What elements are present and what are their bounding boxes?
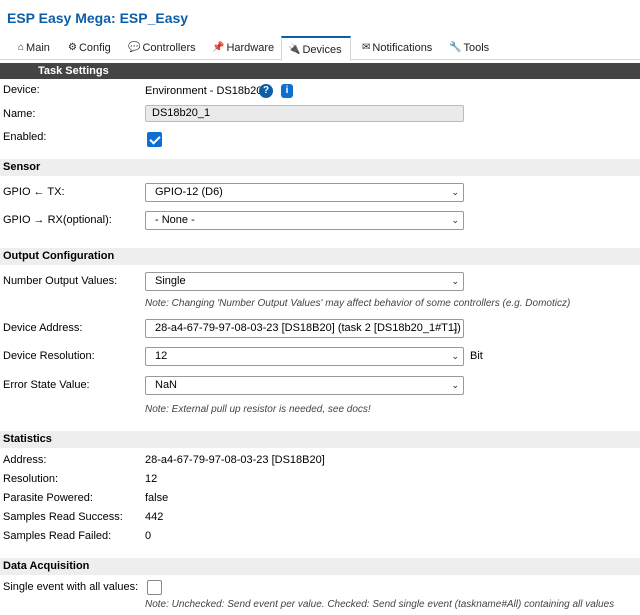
gpio-rx-value: - None - <box>155 214 195 226</box>
name-input[interactable]: DS18b20_1 <box>145 105 464 122</box>
pullup-note: Note: External pull up resistor is neede… <box>145 404 371 415</box>
chevron-down-icon: ⌄ <box>451 323 459 333</box>
tab-label: Notifications <box>372 42 433 54</box>
tab-hardware[interactable]: 📌 Hardware <box>206 36 280 60</box>
tab-label: Hardware <box>226 42 275 54</box>
error-state-label: Error State Value: <box>3 379 90 391</box>
plug-icon: 🔌 <box>288 43 301 55</box>
chat-icon: 💬 <box>128 42 141 53</box>
chevron-down-icon: ⌄ <box>451 351 459 361</box>
stat-label: Address: <box>3 454 47 466</box>
wrench-icon: 🔧 <box>449 42 462 53</box>
device-address-value: 28-a4-67-79-97-08-03-23 [DS18B20] (task … <box>155 322 461 334</box>
tab-label: Config <box>78 42 111 54</box>
device-address-label: Device Address: <box>3 322 83 334</box>
tab-notifications[interactable]: ✉ Notifications <box>356 36 438 60</box>
stat-label: Parasite Powered: <box>3 492 93 504</box>
output-config-header: Output Configuration <box>0 248 640 265</box>
num-output-select[interactable]: Single ⌄ <box>145 272 464 291</box>
num-output-value: Single <box>155 275 186 287</box>
chevron-down-icon: ⌄ <box>451 276 459 286</box>
device-resolution-label: Device Resolution: <box>3 350 95 362</box>
device-value: Environment - DS18b20 <box>145 85 263 97</box>
info-icon[interactable]: i <box>281 84 293 98</box>
gear-icon: ⚙ <box>68 42 77 53</box>
single-event-note: Note: Unchecked: Send event per value. C… <box>145 599 615 610</box>
device-label: Device: <box>3 84 40 96</box>
gpio-tx-label: GPIO ← TX: <box>3 186 65 198</box>
tab-label: Devices <box>302 43 342 56</box>
enabled-label: Enabled: <box>3 131 47 143</box>
tab-controllers[interactable]: 💬 Controllers <box>122 36 202 60</box>
pin-icon: 📌 <box>212 42 225 53</box>
error-state-value: NaN <box>155 379 178 391</box>
tab-config[interactable]: ⚙ Config <box>62 36 117 60</box>
app-title: ESP Easy Mega: ESP_Easy <box>7 10 189 26</box>
chevron-down-icon: ⌄ <box>451 380 459 390</box>
tab-bar: ⌂ Main ⚙ Config 💬 Controllers 📌 Hardware… <box>0 36 640 61</box>
stat-value: 28-a4-67-79-97-08-03-23 [DS18B20] <box>145 454 325 466</box>
stat-value: 0 <box>145 530 152 542</box>
home-icon: ⌂ <box>18 42 25 53</box>
gpio-tx-select[interactable]: GPIO-12 (D6) ⌄ <box>145 183 464 202</box>
sensor-header: Sensor <box>0 159 640 176</box>
resolution-unit: Bit <box>470 350 483 362</box>
stat-value: 442 <box>145 511 164 523</box>
device-resolution-select[interactable]: 12 ⌄ <box>145 347 464 366</box>
num-output-label: Number Output Values: <box>3 275 118 287</box>
gpio-rx-label: GPIO → RX(optional): <box>3 214 112 226</box>
error-state-select[interactable]: NaN ⌄ <box>145 376 464 395</box>
tab-tools[interactable]: 🔧 Tools <box>443 36 495 60</box>
tab-devices[interactable]: 🔌 Devices <box>281 36 351 61</box>
name-label: Name: <box>3 108 36 120</box>
stat-label: Resolution: <box>3 473 59 485</box>
single-event-checkbox[interactable] <box>147 580 162 595</box>
envelope-icon: ✉ <box>362 42 371 53</box>
device-resolution-value: 12 <box>155 350 168 362</box>
tab-label: Main <box>26 42 50 54</box>
device-address-select[interactable]: 28-a4-67-79-97-08-03-23 [DS18B20] (task … <box>145 319 464 338</box>
statistics-header: Statistics <box>0 431 640 448</box>
chevron-down-icon: ⌄ <box>451 215 459 225</box>
enabled-checkbox[interactable] <box>147 132 162 147</box>
data-acquisition-header: Data Acquisition <box>0 558 640 575</box>
gpio-rx-select[interactable]: - None - ⌄ <box>145 211 464 230</box>
single-event-label: Single event with all values: <box>3 581 139 593</box>
help-icon[interactable]: ? <box>259 84 273 98</box>
chevron-down-icon: ⌄ <box>451 187 459 197</box>
task-settings-header: Task Settings <box>0 63 640 79</box>
stat-label: Samples Read Success: <box>3 511 123 523</box>
num-output-note: Note: Changing 'Number Output Values' ma… <box>145 298 571 309</box>
tab-main[interactable]: ⌂ Main <box>12 36 56 60</box>
tab-label: Tools <box>463 42 490 54</box>
gpio-tx-value: GPIO-12 (D6) <box>155 186 223 198</box>
stat-value: false <box>145 492 169 504</box>
stat-value: 12 <box>145 473 158 485</box>
stat-label: Samples Read Failed: <box>3 530 112 542</box>
tab-label: Controllers <box>142 42 196 54</box>
